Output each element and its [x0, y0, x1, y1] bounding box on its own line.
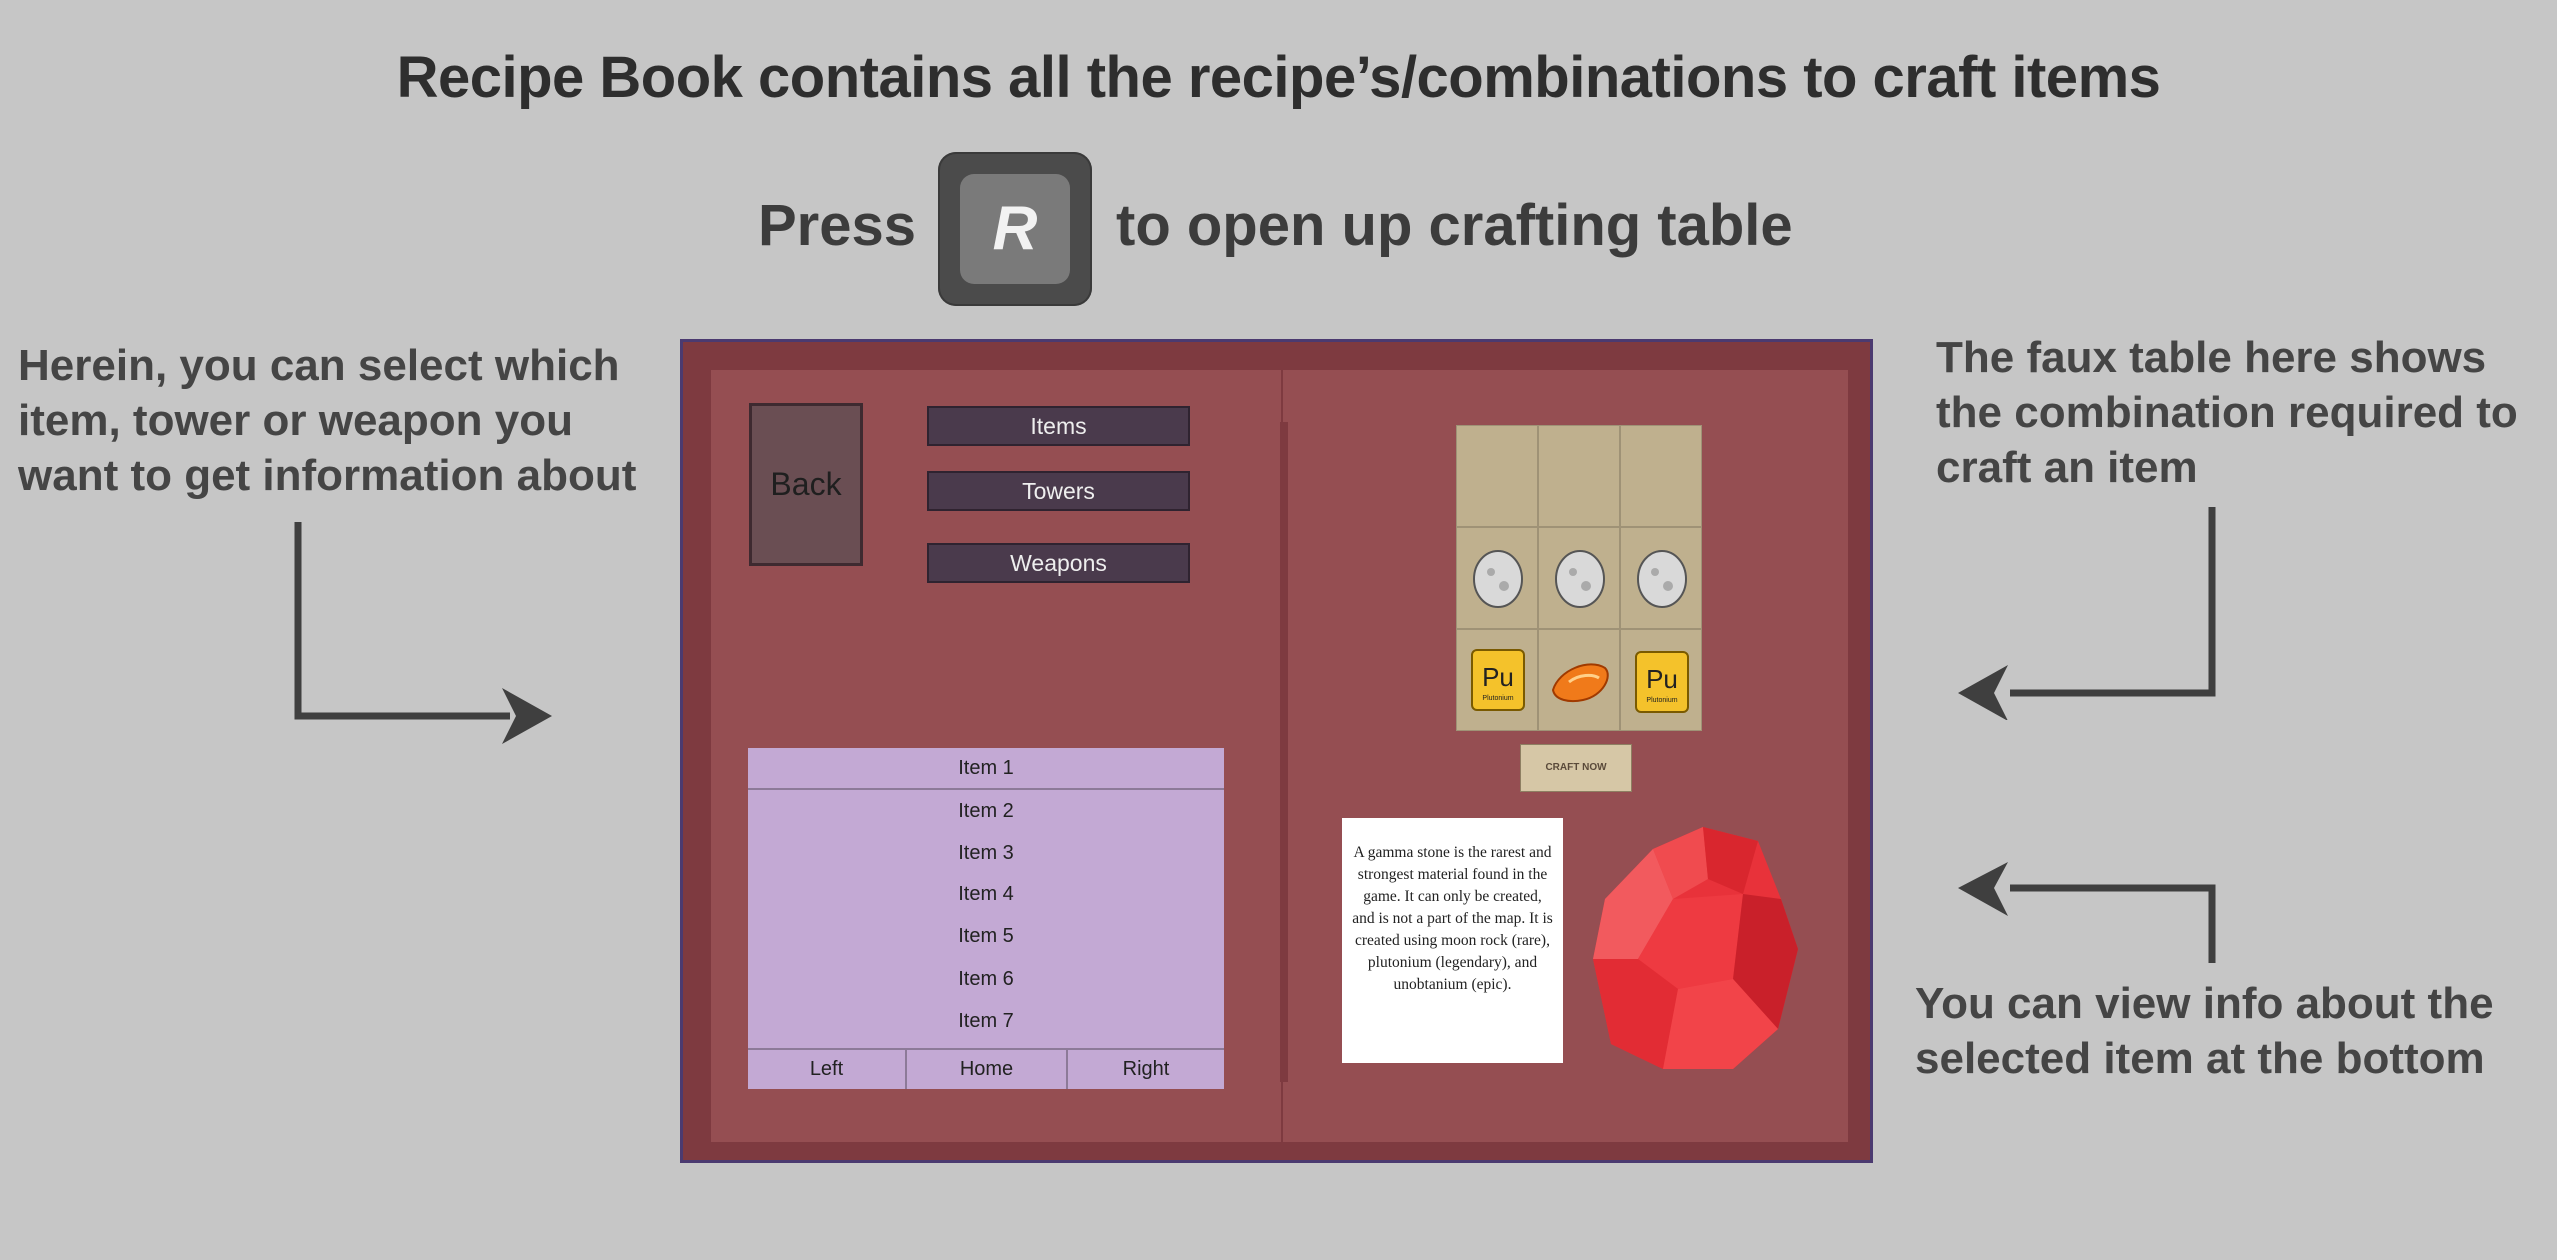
note-right-top: The faux table here shows the combinatio…: [1936, 333, 2518, 492]
left-button[interactable]: Left: [748, 1050, 907, 1089]
unobtanium-icon: [1551, 663, 1609, 703]
list-item-selected[interactable]: Item 1: [748, 748, 1224, 790]
list-item[interactable]: Item 2: [748, 792, 1224, 830]
element-symbol: Pu: [1482, 662, 1514, 692]
arrow-left-icon: [294, 522, 552, 744]
right-button[interactable]: Right: [1068, 1050, 1224, 1089]
arrow-right-bottom-icon: [1958, 862, 2216, 963]
grid-cell: [1620, 527, 1702, 629]
back-button[interactable]: Back: [749, 403, 863, 566]
press-instruction: Press R to open up crafting table: [0, 152, 2557, 308]
r-key-icon: R: [938, 152, 1092, 306]
key-label: R: [960, 174, 1070, 284]
list-item[interactable]: Item 4: [748, 875, 1224, 913]
items-button[interactable]: Items: [927, 406, 1190, 446]
weapons-button[interactable]: Weapons: [927, 543, 1190, 583]
plutonium-icon: Pu Plutonium: [1635, 651, 1689, 713]
item-list: Item 1 Item 2 Item 3 Item 4 Item 5 Item …: [748, 748, 1224, 1089]
grid-cell: Pu Plutonium: [1620, 629, 1702, 731]
element-name: Plutonium: [1482, 695, 1513, 702]
press-rest-label: to open up crafting table: [1116, 193, 1793, 258]
plutonium-icon: Pu Plutonium: [1471, 649, 1525, 711]
home-button[interactable]: Home: [907, 1050, 1068, 1089]
note-right-bottom: You can view info about the selected ite…: [1915, 979, 2494, 1083]
moon-rock-icon: [1637, 550, 1687, 608]
book-spine: [1280, 422, 1288, 1082]
list-item[interactable]: Item 5: [748, 917, 1224, 955]
arrow-right-top-icon: [1958, 507, 2216, 720]
recipe-book: Back Items Towers Weapons Item 1 Item 2 …: [680, 339, 1873, 1163]
element-name: Plutonium: [1646, 697, 1677, 704]
gamma-stone-icon: [1593, 827, 1798, 1069]
element-symbol: Pu: [1646, 664, 1678, 694]
grid-cell: [1538, 527, 1620, 629]
page-title: Recipe Book contains all the recipe’s/co…: [396, 45, 2161, 110]
grid-cell: [1456, 425, 1538, 527]
press-label: Press: [758, 193, 917, 258]
item-info-text: A gamma stone is the rarest and stronges…: [1342, 818, 1563, 1063]
moon-rock-icon: [1473, 550, 1523, 608]
crafting-grid: Pu Plutonium Pu Plutonium: [1456, 425, 1702, 731]
moon-rock-icon: [1555, 550, 1605, 608]
craft-now-button[interactable]: CRAFT NOW: [1520, 744, 1632, 792]
grid-cell: [1538, 425, 1620, 527]
towers-button[interactable]: Towers: [927, 471, 1190, 511]
grid-cell: Pu Plutonium: [1456, 629, 1538, 731]
left-page-content: Back Items Towers Weapons Item 1 Item 2 …: [711, 370, 1281, 1142]
note-left: Herein, you can select which item, tower…: [18, 341, 637, 500]
list-item[interactable]: Item 3: [748, 834, 1224, 872]
grid-cell: [1456, 527, 1538, 629]
grid-cell: [1620, 425, 1702, 527]
list-item[interactable]: Item 6: [748, 960, 1224, 998]
list-item[interactable]: Item 7: [748, 1002, 1224, 1040]
list-nav: Left Home Right: [748, 1048, 1224, 1089]
grid-cell: [1538, 629, 1620, 731]
